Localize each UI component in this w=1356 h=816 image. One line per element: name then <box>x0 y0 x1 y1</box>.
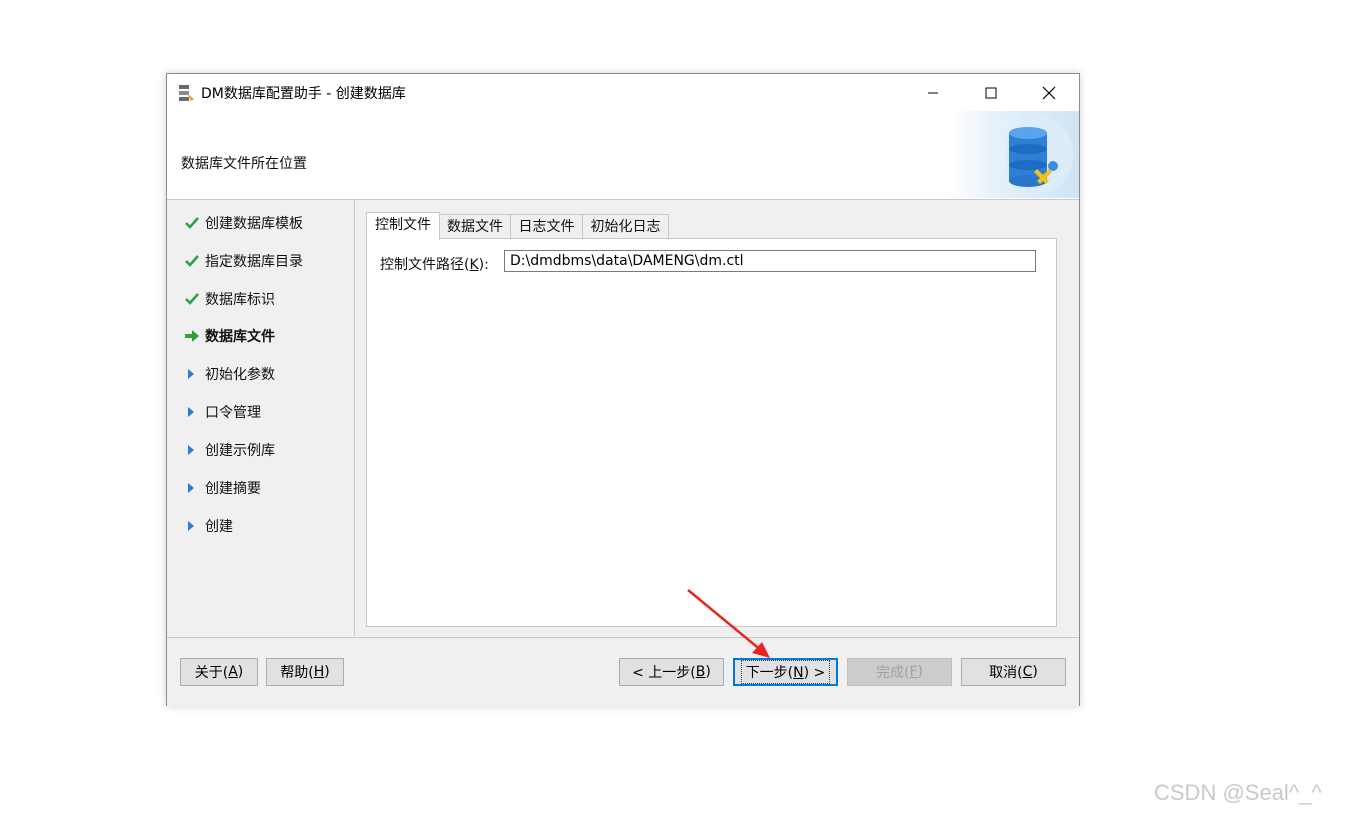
step-label: 数据库标识 <box>205 292 275 308</box>
cancel-button[interactable]: 取消(C) <box>961 658 1066 686</box>
maximize-button[interactable] <box>962 74 1020 111</box>
tab-control-file[interactable]: 控制文件 <box>366 212 440 240</box>
wizard-steps: 创建数据库模板 指定数据库目录 数据库标识 数据库文件 初始化参数 口令管理 创… <box>167 200 355 636</box>
database-tools-icon <box>1005 117 1073 193</box>
page-title: 数据库文件所在位置 <box>181 156 307 172</box>
button-bar: 关于(A) 帮助(H) < 上一步(B) 下一步(N) > 完成(F) 取消(C… <box>167 637 1079 706</box>
header-banner <box>949 111 1079 198</box>
minimize-icon <box>928 92 938 93</box>
triangle-right-icon <box>188 407 194 417</box>
tab-init-log[interactable]: 初始化日志 <box>582 214 669 239</box>
annotation-arrow-icon <box>687 589 770 658</box>
arrow-right-icon <box>185 330 199 342</box>
tab-data-file[interactable]: 数据文件 <box>439 214 511 239</box>
about-button[interactable]: 关于(A) <box>180 658 258 686</box>
step-create-template[interactable]: 创建数据库模板 <box>185 212 303 234</box>
step-label: 口令管理 <box>205 405 261 421</box>
control-file-path-label: 控制文件路径(K): <box>380 257 489 273</box>
step-db-directory[interactable]: 指定数据库目录 <box>185 250 303 272</box>
triangle-right-icon <box>188 369 194 379</box>
minimize-button[interactable] <box>904 74 962 111</box>
content-area: 控制文件 数据文件 日志文件 初始化日志 控制文件路径(K): <box>355 200 1079 636</box>
checkmark-icon <box>185 217 199 229</box>
step-label: 指定数据库目录 <box>205 254 303 270</box>
window-title: DM数据库配置助手 - 创建数据库 <box>201 86 406 102</box>
tab-log-file[interactable]: 日志文件 <box>510 214 583 239</box>
step-sample-db[interactable]: 创建示例库 <box>185 439 275 461</box>
dialog-window: DM数据库配置助手 - 创建数据库 数据库文件所在位置 创建数据库模板 指定数据… <box>166 73 1080 706</box>
step-label: 创建示例库 <box>205 443 275 459</box>
wizard-header: 数据库文件所在位置 <box>167 111 1079 200</box>
app-icon <box>179 85 194 101</box>
close-button[interactable] <box>1020 74 1078 111</box>
close-icon <box>1042 86 1056 99</box>
step-db-identity[interactable]: 数据库标识 <box>185 288 275 310</box>
step-create[interactable]: 创建 <box>185 515 233 537</box>
title-bar: DM数据库配置助手 - 创建数据库 <box>167 74 1079 111</box>
step-password[interactable]: 口令管理 <box>185 401 261 423</box>
step-label: 创建 <box>205 519 233 535</box>
step-label: 初始化参数 <box>205 367 275 383</box>
control-file-path-input[interactable] <box>504 250 1036 272</box>
step-db-files[interactable]: 数据库文件 <box>185 325 275 347</box>
checkmark-icon <box>185 293 199 305</box>
finish-button[interactable]: 完成(F) <box>847 658 952 686</box>
triangle-right-icon <box>188 483 194 493</box>
maximize-icon <box>985 87 997 98</box>
step-label: 创建数据库模板 <box>205 216 303 232</box>
triangle-right-icon <box>188 521 194 531</box>
watermark: CSDN @Seal^_^ <box>1154 780 1322 805</box>
checkmark-icon <box>185 255 199 267</box>
step-init-params[interactable]: 初始化参数 <box>185 363 275 385</box>
step-summary[interactable]: 创建摘要 <box>185 477 261 499</box>
tab-panel: 控制文件路径(K): <box>366 238 1057 627</box>
triangle-right-icon <box>188 445 194 455</box>
step-label: 数据库文件 <box>205 329 275 345</box>
help-button[interactable]: 帮助(H) <box>266 658 344 686</box>
step-label: 创建摘要 <box>205 481 261 497</box>
